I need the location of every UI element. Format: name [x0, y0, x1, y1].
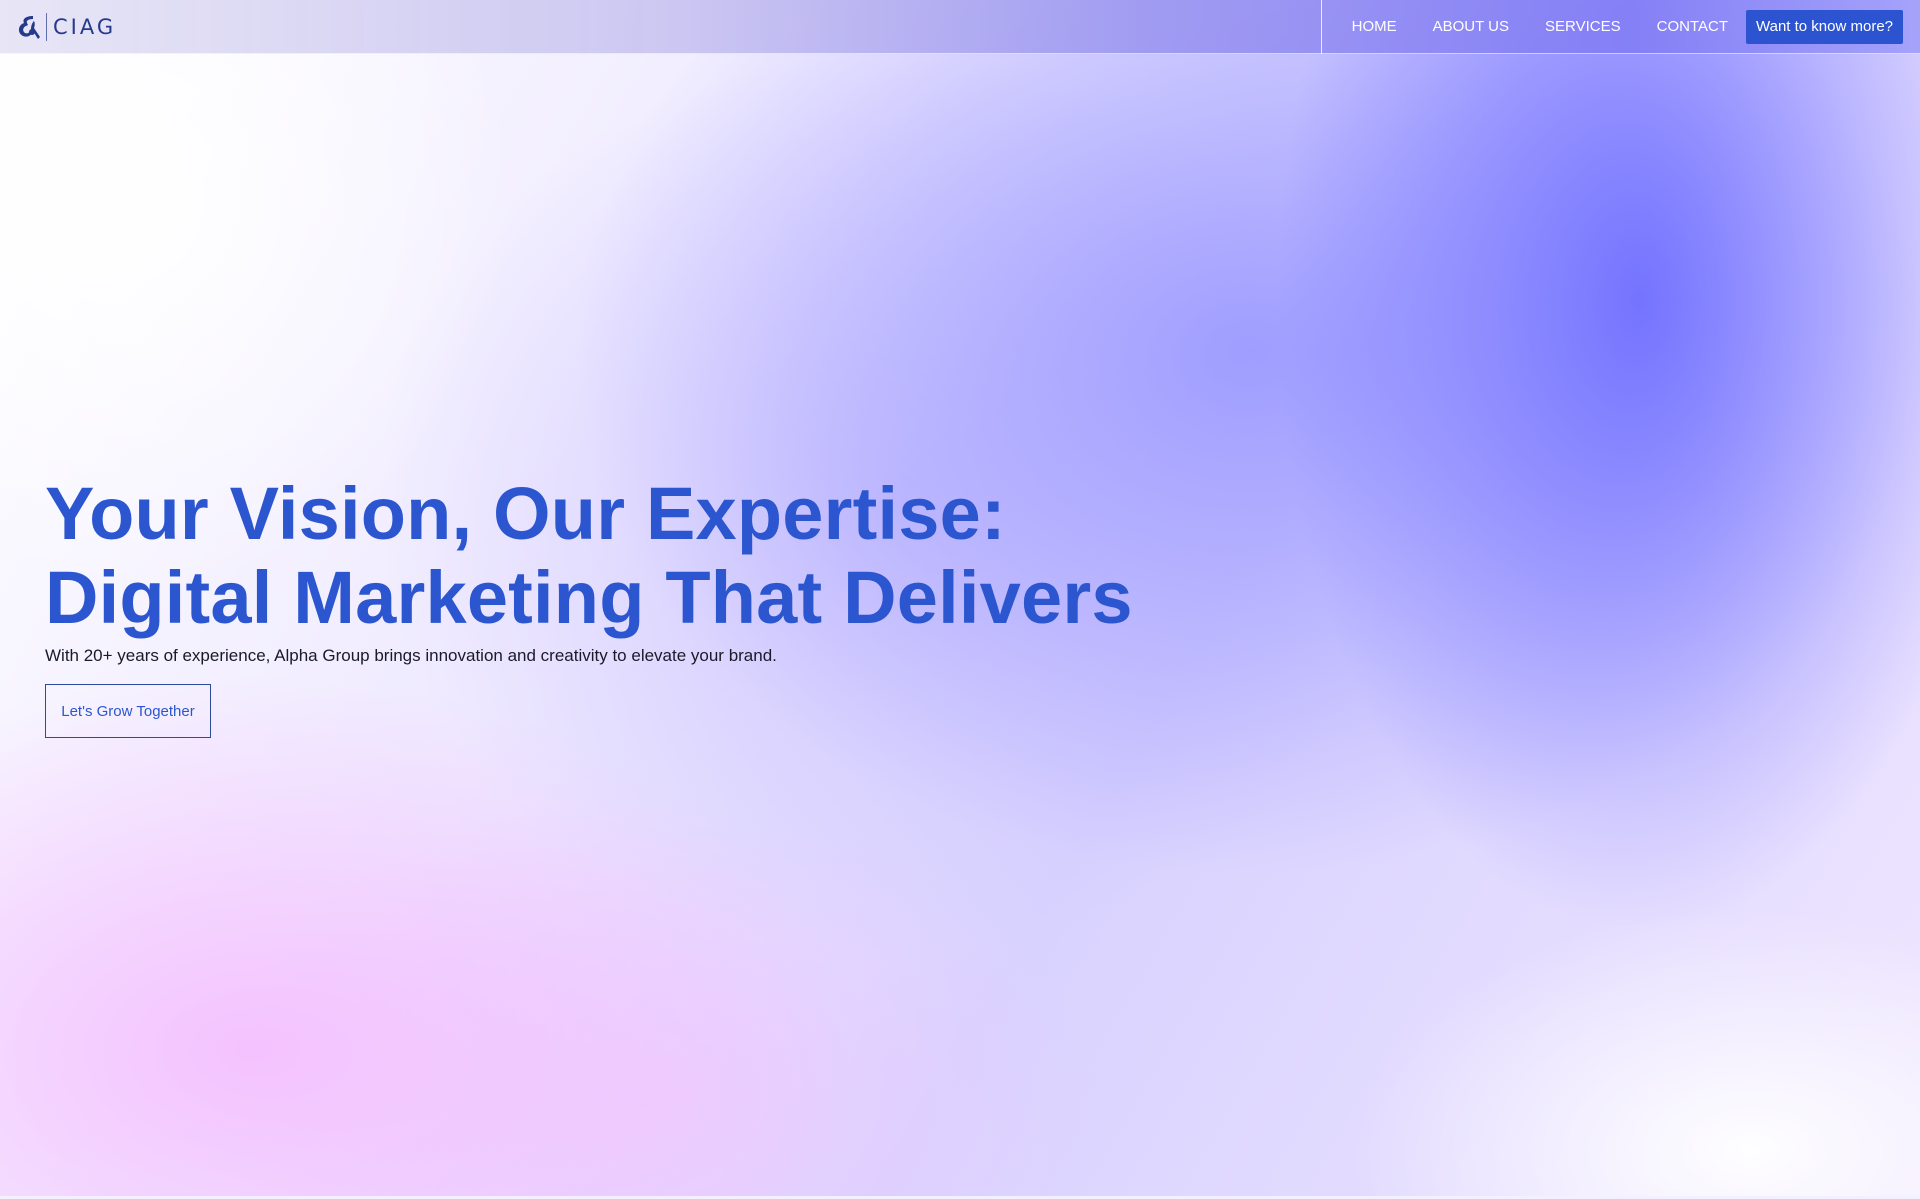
- nav-home[interactable]: HOME: [1334, 18, 1415, 35]
- hero-title-line-1: Your Vision, Our Expertise:: [45, 472, 1006, 555]
- hero-title: Your Vision, Our Expertise: Digital Mark…: [45, 472, 1133, 640]
- nav-about-us[interactable]: ABOUT US: [1415, 18, 1527, 35]
- nav-contact[interactable]: CONTACT: [1639, 18, 1746, 35]
- hero-section: Your Vision, Our Expertise: Digital Mark…: [45, 472, 1133, 738]
- alpha-ampersand-logo-icon: [18, 15, 40, 39]
- nav-services[interactable]: SERVICES: [1527, 18, 1639, 35]
- main-nav: HOME ABOUT US SERVICES CONTACT Want to k…: [1320, 0, 1903, 54]
- brand-name: CIAG: [53, 14, 117, 39]
- logo-link[interactable]: CIAG: [16, 12, 116, 42]
- logo-divider: [46, 12, 47, 41]
- lets-grow-together-button[interactable]: Let's Grow Together: [45, 684, 211, 738]
- hero-subtitle: With 20+ years of experience, Alpha Grou…: [45, 646, 777, 665]
- want-to-know-more-button[interactable]: Want to know more?: [1746, 9, 1903, 44]
- site-header: CIAG HOME ABOUT US SERVICES CONTACT Want…: [0, 0, 1920, 54]
- hero-title-line-2: Digital Marketing That Delivers: [45, 556, 1133, 639]
